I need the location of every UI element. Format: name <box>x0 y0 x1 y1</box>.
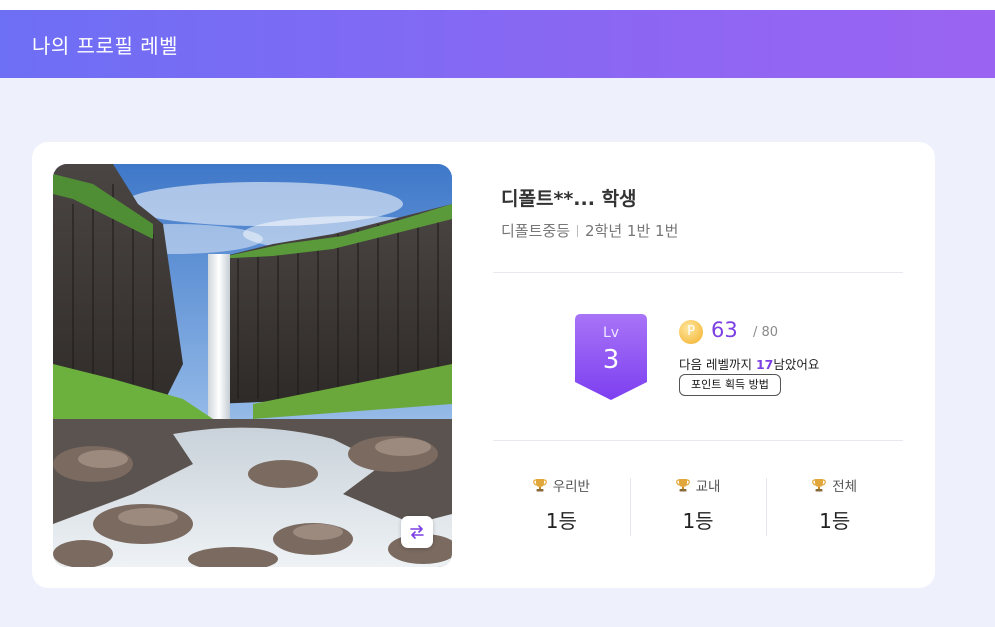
rank-class: 우리반 1등 <box>493 472 630 552</box>
points-current: 63 <box>711 318 738 342</box>
next-level-remaining: 17 <box>755 357 774 372</box>
trophy-icon <box>532 479 547 492</box>
trophy-icon <box>812 479 827 492</box>
school-name: 디폴트중등 <box>501 222 571 240</box>
rank-value: 1등 <box>819 509 851 533</box>
rank-label: 전체 <box>832 479 858 495</box>
next-level-message: 다음 레벨까지 17남았어요 <box>679 354 819 373</box>
level-value: 3 <box>602 345 620 375</box>
divider-bottom <box>493 440 903 441</box>
level-badge: Lv 3 <box>575 314 647 400</box>
school-info: 디폴트중등 2학년 1반 1번 <box>501 220 678 241</box>
content-area: 디폴트**... 학생 디폴트중등 2학년 1반 1번 Lv 3 P 63 / … <box>0 78 995 627</box>
page: 나의 프로필 레벨 디폴트**... 학생 디폴트중등 2학년 1반 1번 Lv… <box>0 0 995 627</box>
page-header: 나의 프로필 레벨 <box>0 10 995 78</box>
class-info: 2학년 1반 1번 <box>585 222 679 240</box>
coin-icon: P <box>679 320 703 344</box>
trophy-icon <box>675 479 690 492</box>
swap-photo-button[interactable] <box>401 516 433 548</box>
rank-value: 1등 <box>682 509 714 533</box>
how-to-earn-points-button[interactable]: 포인트 획득 방법 <box>679 374 781 396</box>
student-name: 디폴트**... 학생 <box>501 188 637 210</box>
divider-top <box>493 272 903 273</box>
page-title: 나의 프로필 레벨 <box>32 33 179 58</box>
profile-card: 디폴트**... 학생 디폴트중등 2학년 1반 1번 Lv 3 P 63 / … <box>32 142 935 588</box>
rank-school: 교내 1등 <box>629 472 767 552</box>
rank-label: 교내 <box>695 479 721 495</box>
swap-icon <box>410 525 424 539</box>
separator <box>577 224 579 237</box>
profile-photo <box>53 164 452 567</box>
next-level-suffix: 남았어요 <box>773 357 820 372</box>
rank-overall: 전체 1등 <box>766 472 903 552</box>
rank-label: 우리반 <box>552 479 590 495</box>
waterfall-image <box>53 164 452 567</box>
rank-value: 1등 <box>545 509 577 533</box>
level-label: Lv <box>602 325 620 341</box>
points-max: / 80 <box>753 325 779 340</box>
rank-section: 우리반 1등 교내 1등 전체 1등 <box>493 472 903 552</box>
next-level-prefix: 다음 레벨까지 <box>679 357 756 372</box>
